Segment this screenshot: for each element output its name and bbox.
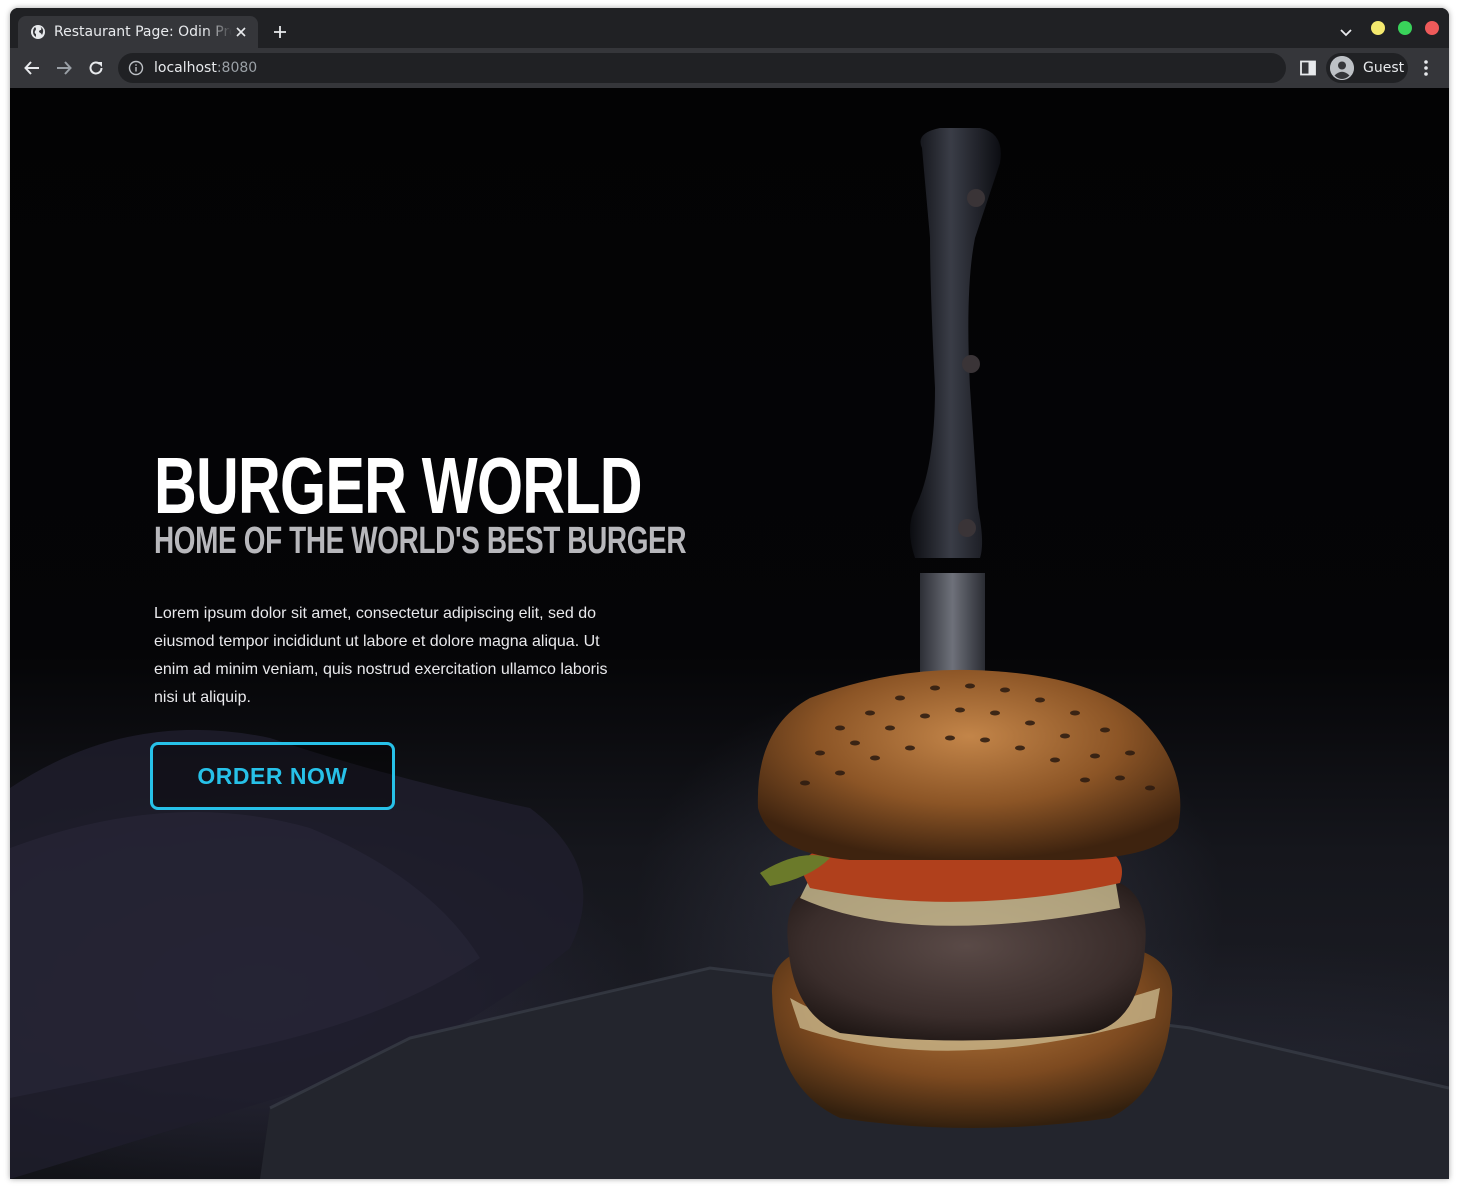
url-text: localhost:8080 xyxy=(154,60,257,76)
reload-icon xyxy=(89,61,103,75)
globe-icon xyxy=(31,25,45,39)
order-now-button[interactable]: ORDER NOW xyxy=(150,742,395,810)
back-button[interactable] xyxy=(20,56,44,80)
tab-search-chevron-down-icon[interactable] xyxy=(1336,22,1356,42)
browser-window: Restaurant Page: Odin Project xyxy=(10,8,1449,1179)
info-icon[interactable] xyxy=(128,60,144,76)
url-port: :8080 xyxy=(216,60,258,76)
browser-toolbar: localhost:8080 Guest xyxy=(10,48,1449,88)
side-panel-icon[interactable] xyxy=(1298,58,1318,78)
avatar-icon xyxy=(1330,56,1354,80)
profile-button[interactable]: Guest xyxy=(1326,53,1408,83)
window-maximize-button[interactable] xyxy=(1398,21,1412,35)
page-content: BURGER WORLD HOME OF THE WORLD'S BEST BU… xyxy=(10,88,1449,1179)
forward-button[interactable] xyxy=(52,56,76,80)
hero-title: BURGER WORLD xyxy=(154,441,642,530)
tab-title: Restaurant Page: Odin Project xyxy=(54,24,232,40)
url-host: localhost xyxy=(154,60,217,76)
tab-restaurant-page[interactable]: Restaurant Page: Odin Project xyxy=(18,16,258,48)
new-tab-plus-icon[interactable] xyxy=(268,20,292,44)
hero-description: Lorem ipsum dolor sit amet, consectetur … xyxy=(154,605,608,706)
address-bar[interactable]: localhost:8080 xyxy=(118,53,1286,83)
tab-strip: Restaurant Page: Odin Project xyxy=(10,8,1449,48)
window-minimize-button[interactable] xyxy=(1371,21,1385,35)
arrow-left-icon xyxy=(24,61,39,75)
tab-close-icon[interactable] xyxy=(232,23,250,41)
profile-name: Guest xyxy=(1363,60,1405,76)
reload-button[interactable] xyxy=(84,56,108,80)
order-now-label: ORDER NOW xyxy=(197,762,348,789)
hero-section: BURGER WORLD HOME OF THE WORLD'S BEST BU… xyxy=(154,441,687,712)
hero-subtitle: HOME OF THE WORLD'S BEST BURGER xyxy=(154,520,687,562)
window-close-button[interactable] xyxy=(1425,21,1439,35)
kebab-menu-icon[interactable] xyxy=(1416,58,1436,78)
arrow-right-icon xyxy=(57,61,72,75)
